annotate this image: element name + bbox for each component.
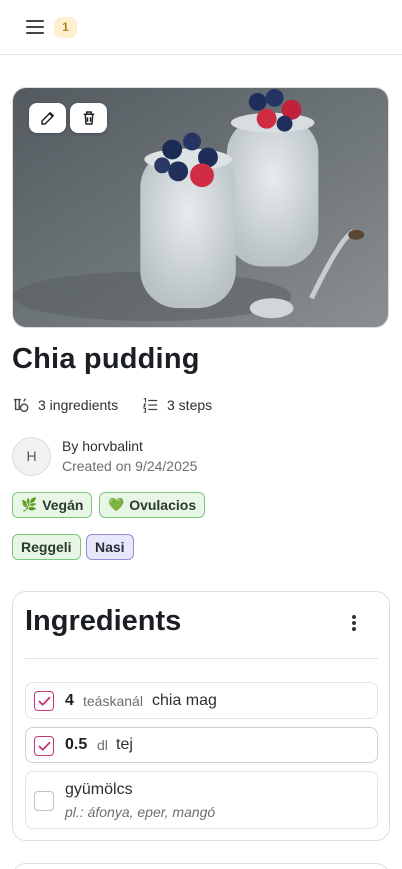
- ingredients-count: 3 ingredients: [12, 395, 118, 415]
- ingredient-checkbox[interactable]: [34, 736, 54, 756]
- delete-recipe-button[interactable]: [70, 103, 107, 133]
- tag-label: Ovulacios: [129, 497, 197, 513]
- tag-label: Vegán: [42, 497, 84, 513]
- edit-recipe-button[interactable]: [29, 103, 66, 133]
- recipe-hero-image: [12, 87, 389, 328]
- ingredient-checkbox[interactable]: [34, 691, 54, 711]
- tag-label: Nasi: [95, 539, 125, 555]
- tag-nasi[interactable]: Nasi: [86, 534, 134, 560]
- trash-icon: [83, 111, 94, 125]
- top-bar: 1: [0, 0, 402, 55]
- ingredient-name: gyümölcs: [65, 781, 133, 798]
- tag-ovulacios[interactable]: 💚 Ovulacios: [99, 492, 206, 518]
- ingredients-heading: Ingredients: [25, 605, 182, 637]
- numbered-list-icon: [142, 398, 158, 413]
- created-date: Created on 9/24/2025: [62, 458, 198, 474]
- ingredient-quantity: 4: [65, 692, 74, 709]
- ingredient-checkbox[interactable]: [34, 791, 54, 811]
- ingredient-unit: dl: [97, 737, 108, 753]
- next-section-card: [12, 863, 390, 869]
- ingredients-icon: [13, 398, 29, 412]
- ingredient-row[interactable]: 4 teáskanál chia mag: [25, 682, 378, 719]
- ingredients-count-label: 3 ingredients: [38, 397, 119, 413]
- ingredient-unit: teáskanál: [83, 693, 143, 709]
- hamburger-menu-icon[interactable]: [24, 17, 46, 37]
- ingredient-row[interactable]: 0.5 dl tej: [25, 727, 378, 763]
- steps-count: 3 steps: [141, 395, 212, 415]
- checkmark-icon: [38, 696, 50, 706]
- steps-count-label: 3 steps: [167, 397, 213, 413]
- ingredient-row[interactable]: gyümölcs pl.: áfonya, eper, mangó: [25, 771, 378, 829]
- ingredient-name: tej: [116, 736, 133, 753]
- divider: [25, 658, 378, 659]
- ingredient-name: chia mag: [152, 692, 217, 709]
- recipe-title: Chia pudding: [12, 343, 200, 375]
- checkmark-icon: [38, 741, 50, 751]
- tag-label: Reggeli: [21, 539, 72, 555]
- ingredient-quantity: 0.5: [65, 736, 88, 753]
- notification-badge[interactable]: 1: [54, 17, 77, 38]
- author-name: By horvbalint: [62, 438, 143, 454]
- pencil-icon: [40, 112, 54, 125]
- kebab-menu-icon[interactable]: [344, 612, 364, 634]
- ingredients-card: Ingredients 4 teáskanál chia mag 0.5 dl …: [12, 591, 390, 841]
- tag-vegan[interactable]: 🌿 Vegán: [12, 492, 93, 518]
- author-avatar: H: [12, 437, 51, 476]
- tag-reggeli[interactable]: Reggeli: [12, 534, 81, 560]
- green-heart-icon: 💚: [108, 497, 125, 512]
- ingredient-note: pl.: áfonya, eper, mangó: [65, 804, 216, 820]
- herb-icon: 🌿: [21, 497, 38, 512]
